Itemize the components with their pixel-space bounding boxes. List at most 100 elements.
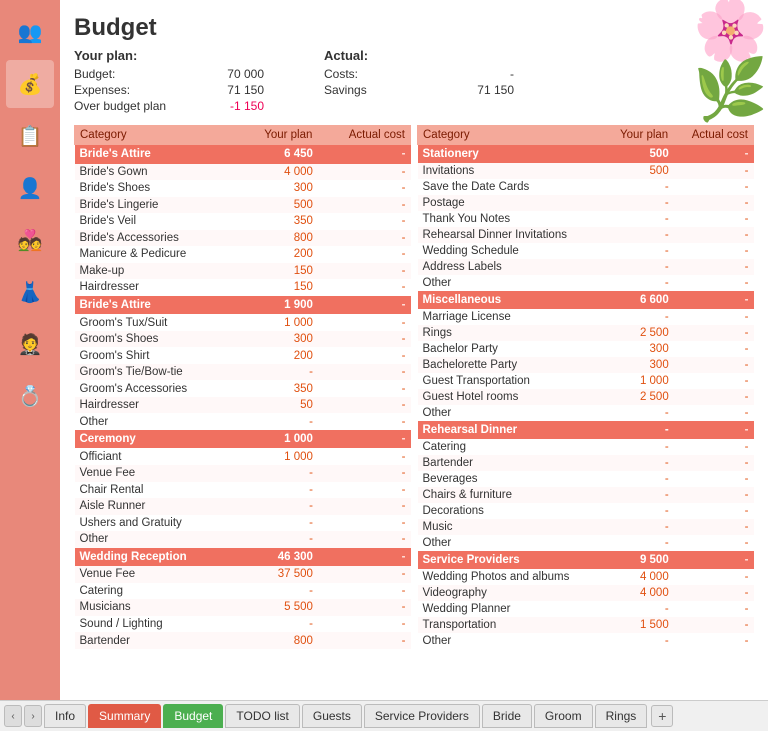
table-row: Postage - - [418, 195, 754, 211]
item-name: Aisle Runner [75, 498, 237, 515]
table-row: Videography 4 000 - [418, 585, 754, 601]
item-actual: - [674, 471, 754, 487]
item-actual: - [318, 331, 411, 348]
item-actual: - [674, 211, 754, 227]
sidebar-item-couple[interactable]: 💑 [6, 216, 54, 264]
item-plan: - [604, 243, 674, 259]
expenses-value: 71 150 [194, 83, 264, 97]
item-actual: - [674, 179, 754, 195]
tab-rings[interactable]: Rings [595, 704, 648, 728]
table-row: Bride's Lingerie 500 - [75, 197, 411, 214]
item-plan: - [604, 535, 674, 551]
item-name: Guest Hotel rooms [418, 389, 604, 405]
sidebar: 👥 💰 📋 👤 💑 👗 🤵 💍 [0, 0, 60, 700]
item-plan: 500 [604, 163, 674, 179]
item-actual: - [318, 515, 411, 532]
table-row: Hairdresser 150 - [75, 279, 411, 296]
item-actual: - [318, 448, 411, 465]
item-name: Chair Rental [75, 482, 237, 499]
item-name: Music [418, 519, 604, 535]
table-row: Guest Hotel rooms 2 500 - [418, 389, 754, 405]
tab-info[interactable]: Info [44, 704, 86, 728]
category-name: Bride's Attire [75, 145, 237, 164]
item-plan: - [604, 179, 674, 195]
category-actual: - [674, 421, 754, 439]
category-actual: - [318, 430, 411, 449]
costs-row: Costs: - [324, 67, 514, 81]
item-plan: 1 500 [604, 617, 674, 633]
item-plan: 50 [236, 397, 317, 414]
item-name: Decorations [418, 503, 604, 519]
item-plan: - [236, 583, 317, 600]
item-name: Bartender [75, 632, 237, 649]
item-plan: 200 [236, 347, 317, 364]
item-actual: - [674, 243, 754, 259]
item-name: Bride's Veil [75, 213, 237, 230]
item-actual: - [674, 405, 754, 421]
tab-guests[interactable]: Guests [302, 704, 362, 728]
item-actual: - [318, 246, 411, 263]
category-plan: 500 [604, 145, 674, 164]
table-row: Bride's Accessories 800 - [75, 230, 411, 247]
item-plan: - [236, 498, 317, 515]
item-name: Bride's Accessories [75, 230, 237, 247]
item-actual: - [674, 617, 754, 633]
table-row: Venue Fee 37 500 - [75, 566, 411, 583]
item-name: Bride's Shoes [75, 180, 237, 197]
table-row: Groom's Shoes 300 - [75, 331, 411, 348]
tab-next-button[interactable]: › [24, 705, 42, 727]
category-name: Service Providers [418, 551, 604, 569]
table-row: Music - - [418, 519, 754, 535]
sidebar-item-list[interactable]: 📋 [6, 112, 54, 160]
table-row: Decorations - - [418, 503, 754, 519]
table-category-row: Service Providers 9 500 - [418, 551, 754, 569]
table-row: Catering - - [418, 439, 754, 455]
item-plan: 4 000 [604, 585, 674, 601]
left-col-plan: Your plan [236, 126, 317, 145]
sidebar-item-suit[interactable]: 🤵 [6, 320, 54, 368]
sidebar-item-rings[interactable]: 💍 [6, 372, 54, 420]
table-row: Address Labels - - [418, 259, 754, 275]
item-name: Bachelorette Party [418, 357, 604, 373]
table-row: Bride's Veil 350 - [75, 213, 411, 230]
item-name: Chairs & furniture [418, 487, 604, 503]
tab-prev-button[interactable]: ‹ [4, 705, 22, 727]
item-name: Bride's Lingerie [75, 197, 237, 214]
tab-budget[interactable]: Budget [163, 704, 223, 728]
item-plan: 350 [236, 380, 317, 397]
item-name: Beverages [418, 471, 604, 487]
category-actual: - [318, 548, 411, 567]
table-row: Make-up 150 - [75, 263, 411, 280]
item-actual: - [674, 373, 754, 389]
your-plan-label: Your plan: [74, 48, 264, 63]
sidebar-item-people[interactable]: 👥 [6, 8, 54, 56]
table-category-row: Miscellaneous 6 600 - [418, 291, 754, 309]
table-category-row: Bride's Attire 1 900 - [75, 296, 411, 315]
table-row: Groom's Shirt 200 - [75, 347, 411, 364]
item-actual: - [674, 341, 754, 357]
item-actual: - [674, 439, 754, 455]
item-name: Other [418, 405, 604, 421]
tab-add-button[interactable]: + [651, 705, 673, 727]
tab-todo-list[interactable]: TODO list [225, 704, 299, 728]
sidebar-item-budget[interactable]: 💰 [6, 60, 54, 108]
item-name: Hairdresser [75, 397, 237, 414]
item-plan: - [604, 519, 674, 535]
tab-summary[interactable]: Summary [88, 704, 161, 728]
item-name: Bartender [418, 455, 604, 471]
item-name: Postage [418, 195, 604, 211]
item-name: Other [75, 413, 237, 430]
item-plan: - [236, 616, 317, 633]
item-plan: - [604, 195, 674, 211]
item-actual: - [318, 413, 411, 430]
category-plan: 1 900 [236, 296, 317, 315]
sidebar-item-dress[interactable]: 👗 [6, 268, 54, 316]
item-plan: - [604, 211, 674, 227]
tab-groom[interactable]: Groom [534, 704, 593, 728]
item-plan: - [604, 487, 674, 503]
table-row: Groom's Tie/Bow-tie - - [75, 364, 411, 381]
tab-bride[interactable]: Bride [482, 704, 532, 728]
tab-service-providers[interactable]: Service Providers [364, 704, 480, 728]
table-category-row: Wedding Reception 46 300 - [75, 548, 411, 567]
sidebar-item-person[interactable]: 👤 [6, 164, 54, 212]
